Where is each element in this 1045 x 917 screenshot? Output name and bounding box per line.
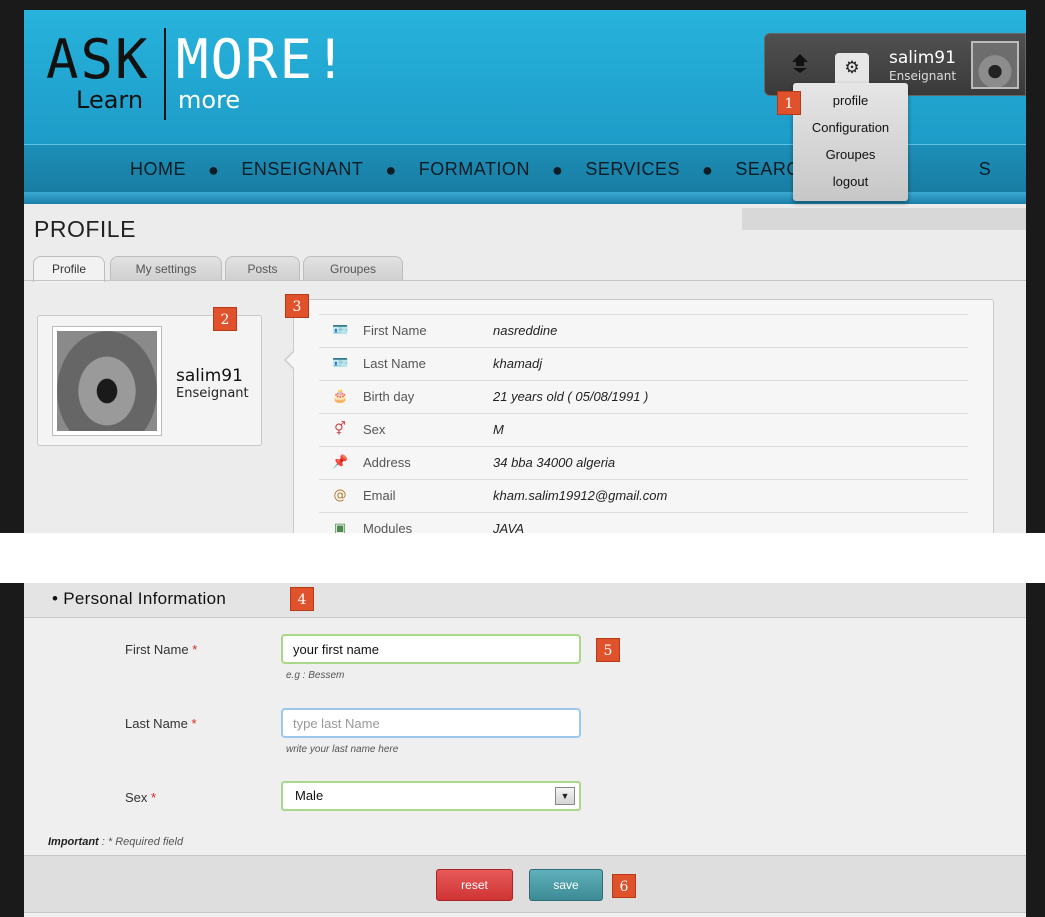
settings-gear-icon[interactable]: ⚙ [835, 53, 869, 87]
nav-separator: ● [385, 160, 397, 180]
module-icon: ▣ [333, 521, 347, 533]
info-label: Last Name [363, 356, 426, 371]
sex-label-text: Sex [125, 790, 148, 805]
info-pointer-inner [286, 351, 295, 369]
menu-item-profile[interactable]: profile [793, 87, 908, 114]
info-value: 21 years old ( 05/08/1991 ) [493, 389, 649, 404]
annotation-badge: 6 [612, 874, 636, 898]
info-label: First Name [363, 323, 427, 338]
info-value: M [493, 422, 504, 437]
info-value: nasreddine [493, 323, 558, 338]
info-value: kham.salim19912@gmail.com [493, 488, 668, 503]
last-name-label: Last Name * [125, 716, 197, 731]
sex-select-value: Male [295, 788, 324, 803]
sex-select[interactable]: Male ▼ [281, 781, 581, 811]
chevron-down-icon[interactable]: ▼ [555, 787, 575, 805]
info-value: khamadj [493, 356, 543, 371]
annotation-badge: 4 [290, 587, 314, 611]
info-value: 34 bba 34000 algeria [493, 455, 616, 470]
reset-button[interactable]: reset [436, 869, 513, 901]
required-mark: * [151, 790, 157, 805]
form-actions [24, 855, 1026, 913]
first-name-label: First Name * [125, 642, 197, 657]
settings-dropdown-menu: profile Configuration Groupes logout [793, 83, 908, 201]
nav-separator: ● [702, 160, 714, 180]
required-mark: * [192, 642, 198, 657]
required-mark: * [191, 716, 197, 731]
logo-divider [164, 28, 166, 120]
notification-icon[interactable] [789, 51, 811, 75]
email-icon: @ [333, 488, 347, 503]
profile-role: Enseignant [176, 386, 249, 401]
save-button[interactable]: save [529, 869, 603, 901]
important-text: : * Required field [98, 836, 184, 848]
last-name-hint: write your last name here [286, 744, 399, 755]
important-label: Important [48, 836, 99, 848]
tab-profile[interactable]: Profile [33, 256, 105, 282]
info-row: 🎂 Birth day 21 years old ( 05/08/1991 ) [319, 380, 968, 413]
tab-posts[interactable]: Posts [225, 256, 300, 281]
user-name[interactable]: salim91 [889, 48, 956, 68]
info-row: 📌 Address 34 bba 34000 algeria [319, 446, 968, 479]
first-name-input[interactable]: your first name [281, 634, 581, 664]
logo-learn-text: Learn [76, 86, 144, 114]
profile-photo [52, 326, 162, 436]
info-row: 🪪 Last Name khamadj [319, 347, 968, 380]
info-row: @ Email kham.salim19912@gmail.com [319, 479, 968, 512]
first-name-hint: e.g : Bessem [286, 670, 345, 681]
info-label: Modules [363, 521, 413, 533]
page-title: PROFILE [34, 216, 136, 242]
info-label: Sex [363, 422, 386, 437]
required-note: Important : * Required field [48, 836, 183, 848]
info-value: JAVA [493, 521, 525, 533]
last-name-label-text: Last Name [125, 716, 188, 731]
profile-card: salim91 Enseignant [37, 315, 262, 446]
nav-item-enseignant[interactable]: ENSEIGNANT [241, 159, 363, 181]
tab-groupes[interactable]: Groupes [303, 256, 403, 281]
annotation-badge: 5 [596, 638, 620, 662]
nav-item-formation[interactable]: FORMATION [419, 159, 530, 181]
gender-icon: ⚥ [334, 422, 346, 437]
annotation-badge: 1 [777, 91, 801, 115]
profile-screen-bottom: • Personal Information First Name * your… [0, 583, 1045, 917]
personal-info-form: • Personal Information First Name * your… [24, 583, 1026, 917]
section-title: • Personal Information [52, 589, 227, 608]
sex-label: Sex * [125, 790, 156, 805]
profile-name: salim91 [176, 366, 243, 386]
info-label: Email [363, 488, 396, 503]
info-label: Birth day [363, 389, 415, 404]
annotation-badge: 3 [285, 294, 309, 318]
tabs-line [24, 280, 1026, 281]
id-card-icon: 🪪 [332, 356, 349, 371]
info-row: ⚥ Sex M [319, 413, 968, 446]
logo-more-sub-text: more [178, 86, 241, 114]
profile-screen-top: ASK MORE! Learn more ⚙ salim91 Enseignan… [0, 0, 1045, 533]
nav-item-hidden[interactable]: S [979, 159, 992, 181]
logo-ask-text: ASK [46, 28, 150, 91]
logo-more-text: MORE! [176, 28, 349, 91]
id-card-icon: 🪪 [332, 323, 349, 338]
menu-item-configuration[interactable]: Configuration [793, 114, 908, 141]
cake-icon: 🎂 [332, 389, 349, 404]
nav-item-home[interactable]: HOME [130, 159, 186, 181]
content-strip [742, 208, 1026, 230]
pin-icon: 📌 [332, 455, 349, 470]
info-row: ▣ Modules JAVA [319, 512, 968, 533]
info-row: 🪪 First Name nasreddine [319, 314, 968, 347]
nav-separator: ● [551, 160, 564, 180]
tab-my-settings[interactable]: My settings [110, 256, 222, 281]
last-name-input[interactable]: type last Name [281, 708, 581, 738]
info-label: Address [363, 455, 411, 470]
nav-item-services[interactable]: SERVICES [585, 159, 680, 181]
user-role: Enseignant [889, 69, 957, 83]
first-name-label-text: First Name [125, 642, 189, 657]
section-header: • Personal Information [24, 583, 1026, 618]
menu-item-groupes[interactable]: Groupes [793, 141, 908, 168]
user-avatar[interactable] [971, 41, 1019, 89]
menu-item-logout[interactable]: logout [793, 168, 908, 195]
annotation-badge: 2 [213, 307, 237, 331]
nav-separator: ● [208, 160, 220, 180]
